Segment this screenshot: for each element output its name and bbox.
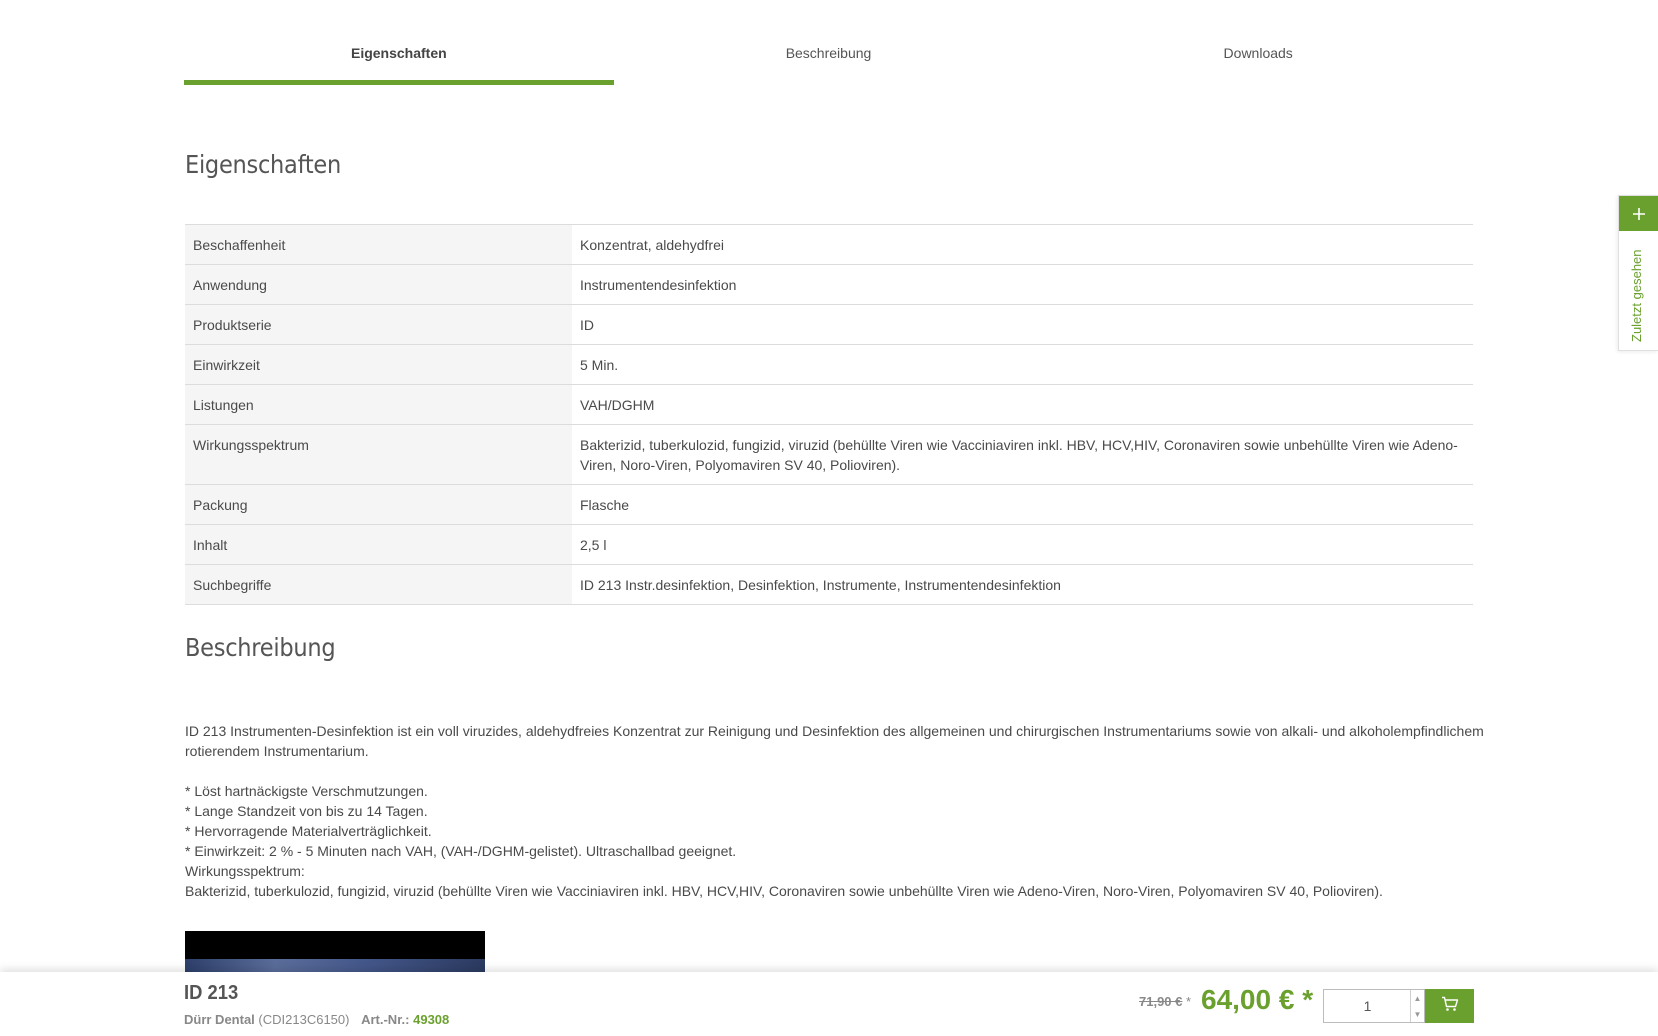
table-row: Suchbegriffe ID 213 Instr.desinfektion, …	[185, 564, 1473, 605]
table-row: Einwirkzeit 5 Min.	[185, 344, 1473, 385]
property-key: Packung	[185, 484, 572, 525]
recently-viewed-label: Zuletzt gesehen	[1629, 249, 1644, 342]
description-line: Bakterizid, tuberkulozid, fungizid, viru…	[185, 883, 1383, 899]
property-key: Einwirkzeit	[185, 344, 572, 385]
property-value: VAH/DGHM	[572, 384, 1473, 425]
property-value: ID	[572, 304, 1473, 345]
tab-eigenschaften[interactable]: Eigenschaften	[184, 28, 614, 85]
current-price: 64,00 € *	[1201, 984, 1314, 1015]
tab-downloads[interactable]: Downloads	[1043, 28, 1473, 85]
properties-title: Eigenschaften	[185, 150, 341, 179]
old-price-star: *	[1186, 994, 1192, 1009]
properties-table: Beschaffenheit Konzentrat, aldehydfrei A…	[185, 224, 1473, 605]
property-value: Bakterizid, tuberkulozid, fungizid, viru…	[572, 424, 1473, 485]
quantity-spinner[interactable]: ▲ ▼	[1410, 990, 1424, 1022]
old-price-value: 71,90 €	[1139, 994, 1183, 1009]
table-row: Wirkungsspektrum Bakterizid, tuberkulozi…	[185, 424, 1473, 485]
product-meta: Dürr Dental (CDI213C6150) Art.-Nr.: 4930…	[184, 1012, 449, 1027]
manufacturer-code: (CDI213C6150)	[258, 1012, 350, 1027]
property-key: Beschaffenheit	[185, 224, 572, 265]
quantity-input[interactable]: 1	[1324, 990, 1411, 1022]
description-line: * Löst hartnäckigste Verschmutzungen.	[185, 783, 428, 799]
description-line: * Hervorragende Materialverträglichkeit.	[185, 823, 432, 839]
chevron-down-icon[interactable]: ▼	[1414, 1010, 1422, 1019]
property-key: Anwendung	[185, 264, 572, 305]
description-text: ID 213 Instrumenten-Desinfektion ist ein…	[185, 721, 1485, 901]
property-value: ID 213 Instr.desinfektion, Desinfektion,…	[572, 564, 1473, 605]
plus-icon[interactable]	[1619, 196, 1658, 231]
table-row: Anwendung Instrumentendesinfektion	[185, 264, 1473, 305]
property-key: Listungen	[185, 384, 572, 425]
property-value: Flasche	[572, 484, 1473, 525]
product-tabs: Eigenschaften Beschreibung Downloads	[184, 28, 1473, 85]
description-line: * Einwirkzeit: 2 % - 5 Minuten nach VAH,…	[185, 843, 737, 859]
brand-name: Dürr Dental	[184, 1012, 255, 1027]
table-row: Listungen VAH/DGHM	[185, 384, 1473, 425]
table-row: Beschaffenheit Konzentrat, aldehydfrei	[185, 224, 1473, 265]
description-intro: ID 213 Instrumenten-Desinfektion ist ein…	[185, 723, 1484, 759]
product-name: ID 213	[184, 982, 239, 1004]
article-number-label: Art.-Nr.:	[361, 1012, 410, 1027]
table-row: Packung Flasche	[185, 484, 1473, 525]
tab-beschreibung[interactable]: Beschreibung	[614, 28, 1044, 85]
property-key: Wirkungsspektrum	[185, 424, 572, 485]
article-number: 49308	[413, 1012, 450, 1027]
quantity-stepper[interactable]: 1 ▲ ▼	[1323, 989, 1425, 1023]
table-row: Inhalt 2,5 l	[185, 524, 1473, 565]
property-value: Konzentrat, aldehydfrei	[572, 224, 1473, 265]
recently-viewed-tab[interactable]: Zuletzt gesehen	[1618, 195, 1658, 351]
property-value: 2,5 l	[572, 524, 1473, 565]
old-price: 71,90 € *	[1139, 994, 1191, 1009]
property-key: Suchbegriffe	[185, 564, 572, 605]
description-line: Wirkungsspektrum:	[185, 863, 305, 879]
description-line: * Lange Standzeit von bis zu 14 Tagen.	[185, 803, 428, 819]
property-value: Instrumentendesinfektion	[572, 264, 1473, 305]
chevron-up-icon[interactable]: ▲	[1414, 994, 1422, 1003]
property-value: 5 Min.	[572, 344, 1473, 385]
table-row: Produktserie ID	[185, 304, 1473, 345]
cart-icon	[1441, 996, 1459, 1017]
property-key: Inhalt	[185, 524, 572, 565]
add-to-cart-button[interactable]	[1425, 989, 1474, 1023]
description-title: Beschreibung	[185, 633, 336, 662]
buy-bar: ID 213 Dürr Dental (CDI213C6150) Art.-Nr…	[0, 972, 1658, 1036]
property-key: Produktserie	[185, 304, 572, 345]
